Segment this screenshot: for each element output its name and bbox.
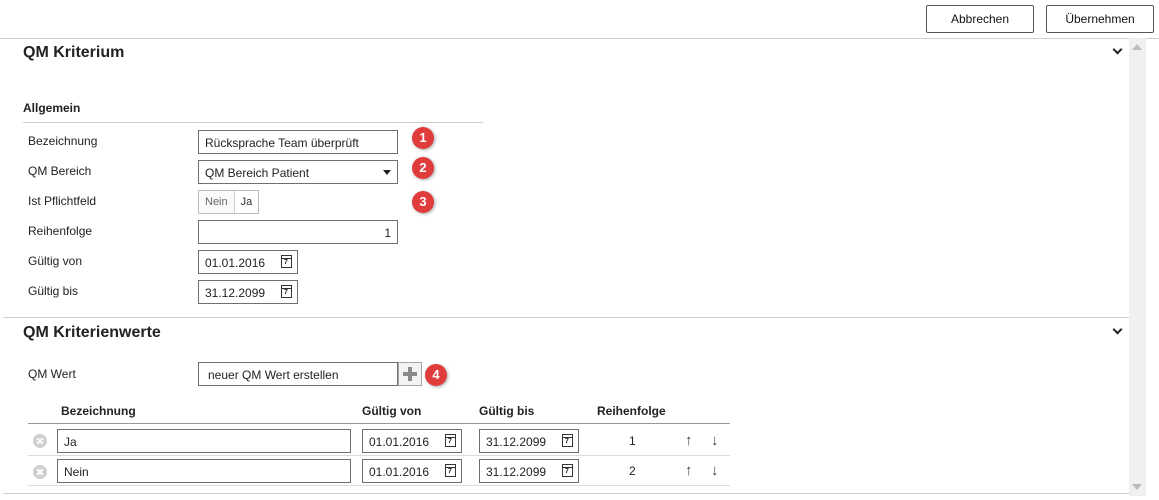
section-divider-bottom <box>3 493 1129 494</box>
remove-circle-icon[interactable] <box>33 465 47 479</box>
arrow-down-icon[interactable]: ↓ <box>711 463 719 479</box>
calendar-icon[interactable] <box>281 255 292 268</box>
reihenfolge-field[interactable]: 1 <box>198 220 398 244</box>
vertical-scrollbar[interactable] <box>1129 38 1146 496</box>
chevron-down-icon[interactable] <box>1113 326 1123 334</box>
new-value-input[interactable]: neuer QM Wert erstellen <box>198 362 398 386</box>
row-von-value: 01.01.2016 <box>369 435 430 449</box>
top-toolbar: Abbrechen Übernehmen <box>0 0 1159 39</box>
gueltig-bis-field[interactable]: 31.12.2099 <box>198 280 298 304</box>
apply-button[interactable]: Übernehmen <box>1046 5 1154 33</box>
annotation-badge-4: 4 <box>425 364 447 386</box>
criterion-section-title: QM Kriterium <box>23 44 125 61</box>
scroll-up-icon[interactable] <box>1132 44 1142 50</box>
pflichtfeld-toggle: Nein Ja <box>198 190 260 214</box>
row-bis-value: 31.12.2099 <box>486 435 547 449</box>
column-header-gueltig-bis: Gültig bis <box>479 404 535 418</box>
bereich-value: QM Bereich Patient <box>205 166 310 180</box>
toggle-ja[interactable]: Ja <box>235 191 259 213</box>
scroll-down-icon[interactable] <box>1132 484 1142 490</box>
annotation-badge-2: 2 <box>412 157 434 179</box>
section-divider <box>3 317 1129 318</box>
column-header-reihenfolge: Reihenfolge <box>597 404 666 418</box>
row-bezeichnung-value: Nein <box>64 465 89 479</box>
form-content: QM Kriterium Allgemein Bezeichnung Rücks… <box>3 38 1129 500</box>
gueltig-von-value: 01.01.2016 <box>205 256 266 270</box>
row-von-field[interactable]: 01.01.2016 <box>362 429 462 453</box>
arrow-up-icon[interactable]: ↑ <box>685 463 693 479</box>
row-bis-value: 31.12.2099 <box>486 465 547 479</box>
table-header-divider <box>28 423 730 424</box>
annotation-badge-3: 3 <box>412 191 434 213</box>
row-reihenfolge: 2 <box>629 464 636 478</box>
row-bis-field[interactable]: 31.12.2099 <box>479 459 579 483</box>
calendar-icon[interactable] <box>562 434 573 447</box>
annotation-badge-1: 1 <box>412 127 434 149</box>
bereich-label: QM Bereich <box>28 164 92 178</box>
gueltig-von-label: Gültig von <box>28 254 83 268</box>
column-header-bezeichnung: Bezeichnung <box>61 404 136 418</box>
row-bezeichnung-value: Ja <box>64 435 77 449</box>
arrow-up-icon[interactable]: ↑ <box>685 433 693 449</box>
row-bis-field[interactable]: 31.12.2099 <box>479 429 579 453</box>
bezeichnung-label: Bezeichnung <box>28 134 98 148</box>
gueltig-von-field[interactable]: 01.01.2016 <box>198 250 298 274</box>
plus-icon[interactable] <box>398 362 422 386</box>
new-value-placeholder: neuer QM Wert erstellen <box>208 368 339 382</box>
column-header-gueltig-von: Gültig von <box>362 404 422 418</box>
row-von-value: 01.01.2016 <box>369 465 430 479</box>
qm-wert-label: QM Wert <box>28 367 76 381</box>
row-divider <box>28 485 730 486</box>
dropdown-arrow-icon <box>383 170 391 175</box>
row-reihenfolge: 1 <box>629 434 636 448</box>
row-bezeichnung-field[interactable]: Ja <box>57 429 351 453</box>
bezeichnung-value: Rücksprache Team überprüft <box>205 136 359 150</box>
row-divider <box>28 455 730 456</box>
pflichtfeld-label: Ist Pflichtfeld <box>28 194 97 208</box>
gueltig-bis-label: Gültig bis <box>28 284 79 298</box>
cancel-button[interactable]: Abbrechen <box>926 5 1034 33</box>
calendar-icon[interactable] <box>562 464 573 477</box>
arrow-down-icon[interactable]: ↓ <box>711 433 719 449</box>
row-bezeichnung-field[interactable]: Nein <box>57 459 351 483</box>
reihenfolge-value: 1 <box>384 226 391 240</box>
group-title: Allgemein <box>23 101 81 115</box>
values-section-title: QM Kriterienwerte <box>23 324 161 341</box>
remove-circle-icon[interactable] <box>33 434 47 448</box>
gueltig-bis-value: 31.12.2099 <box>205 286 266 300</box>
group-divider <box>23 122 483 123</box>
bezeichnung-field[interactable]: Rücksprache Team überprüft <box>198 130 398 154</box>
calendar-icon[interactable] <box>445 434 456 447</box>
reihenfolge-label: Reihenfolge <box>28 224 93 238</box>
calendar-icon[interactable] <box>281 285 292 298</box>
calendar-icon[interactable] <box>445 464 456 477</box>
toggle-nein[interactable]: Nein <box>199 191 235 213</box>
chevron-down-icon[interactable] <box>1113 46 1123 54</box>
row-von-field[interactable]: 01.01.2016 <box>362 459 462 483</box>
bereich-select[interactable]: QM Bereich Patient <box>198 160 398 184</box>
